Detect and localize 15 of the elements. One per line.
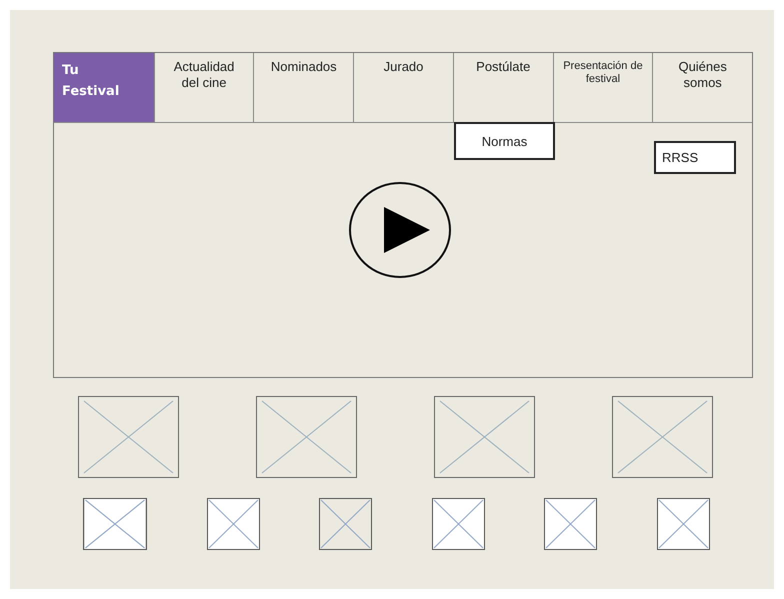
image-placeholder: [319, 498, 372, 550]
nav-tab[interactable]: Actualidad del cine: [154, 53, 254, 123]
social-button[interactable]: RRSS: [654, 141, 736, 174]
nav-tab[interactable]: Nominados: [253, 53, 354, 123]
nav-tab[interactable]: Jurado: [353, 53, 453, 123]
image-placeholder: [432, 498, 485, 550]
nav-tab[interactable]: Tu Festival: [54, 53, 154, 123]
image-placeholder: [83, 498, 147, 550]
nav-tab[interactable]: Quiénes somos: [652, 53, 752, 123]
play-icon[interactable]: [348, 181, 452, 279]
image-placeholder: [206, 498, 260, 550]
image-placeholder: [544, 498, 598, 550]
image-placeholder: [656, 498, 710, 550]
submenu-item[interactable]: Normas: [454, 122, 555, 160]
nav-tab[interactable]: Presentación de festival: [552, 53, 652, 123]
